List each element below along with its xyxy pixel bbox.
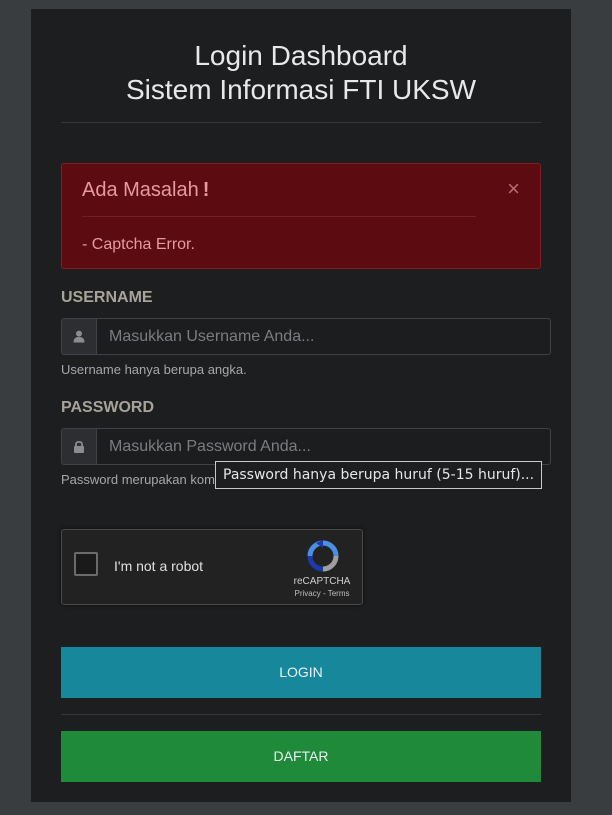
user-icon <box>73 330 85 343</box>
title-divider <box>61 122 541 123</box>
alert-message: - Captcha Error. <box>82 236 195 253</box>
password-input-group <box>61 428 551 465</box>
alert-title: Ada Masalah! <box>82 177 209 203</box>
alert-title-text: Ada Masalah <box>82 179 199 201</box>
username-label: USERNAME <box>61 289 153 306</box>
login-button[interactable]: LOGIN <box>61 647 541 698</box>
recaptcha-terms-link[interactable]: Terms <box>328 589 350 598</box>
password-input[interactable] <box>96 428 551 465</box>
recaptcha-label: I'm not a robot <box>114 558 204 574</box>
username-input-group <box>61 318 551 355</box>
daftar-button[interactable]: DAFTAR <box>61 731 541 782</box>
error-alert: Ada Masalah! × - Captcha Error. <box>61 163 541 269</box>
exclamation-icon: ! <box>202 179 210 201</box>
username-addon <box>61 318 96 355</box>
page-title: Login Dashboard Sistem Informasi FTI UKS… <box>31 39 571 107</box>
login-panel: Login Dashboard Sistem Informasi FTI UKS… <box>31 9 571 802</box>
recaptcha-brand: reCAPTCHA <box>293 576 351 587</box>
recaptcha-link-separator: - <box>320 589 328 598</box>
username-help-text: Username hanya berupa angka. <box>61 362 247 377</box>
close-icon[interactable]: × <box>507 176 520 202</box>
recaptcha-checkbox[interactable] <box>74 552 98 576</box>
alert-divider <box>82 216 476 217</box>
lock-icon <box>74 441 84 453</box>
title-line-1: Login Dashboard <box>194 40 408 71</box>
password-label: PASSWORD <box>61 399 155 416</box>
username-input[interactable] <box>96 318 551 355</box>
recaptcha-privacy-link[interactable]: Privacy <box>295 589 321 598</box>
recaptcha-logo-icon <box>307 540 339 572</box>
recaptcha-links: Privacy - Terms <box>282 589 362 599</box>
password-addon <box>61 428 96 465</box>
button-divider <box>61 714 541 715</box>
title-line-2: Sistem Informasi FTI UKSW <box>125 74 477 105</box>
recaptcha-widget: I'm not a robot reCAPTCHA Privacy - Term… <box>61 529 363 605</box>
password-tooltip: Password hanya berupa huruf (5-15 huruf)… <box>215 461 543 489</box>
